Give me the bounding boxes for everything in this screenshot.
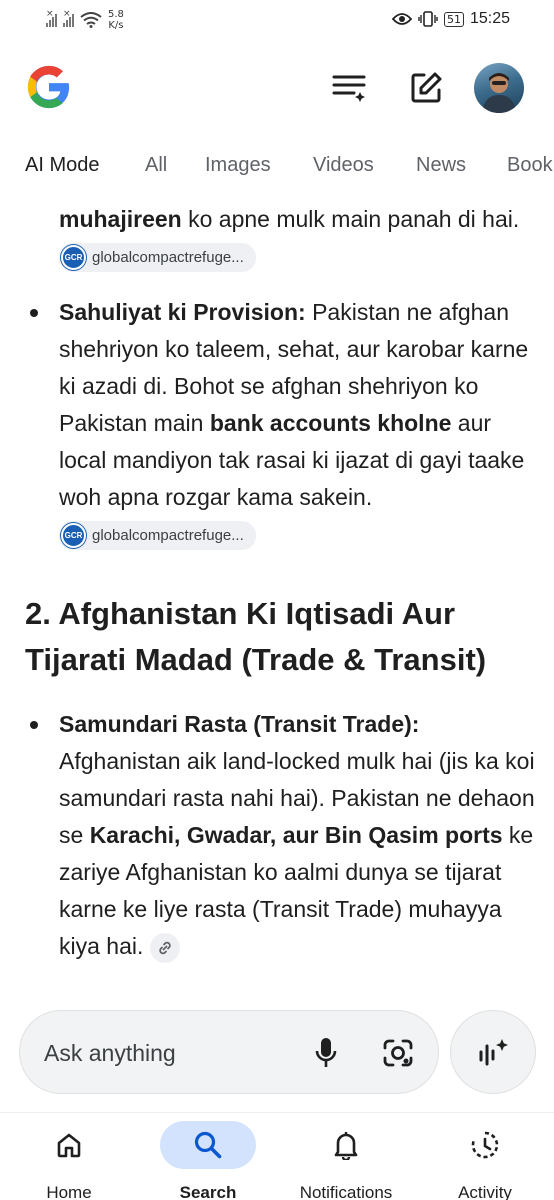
nav-activity[interactable]: Activity (425, 1119, 545, 1200)
sparkle-waveform-icon (479, 1039, 508, 1066)
status-left: × × 5.8 K/s (46, 9, 124, 31)
bottom-navigation: Home Search Notifications Activity (0, 1112, 554, 1200)
tab-ai-mode[interactable]: AI Mode (25, 154, 99, 177)
gcr-logo-icon: GCR (61, 245, 86, 271)
lens-button[interactable] (376, 1033, 420, 1073)
tab-images[interactable]: Images (205, 154, 271, 177)
tab-videos[interactable]: Videos (313, 154, 374, 177)
eye-icon (391, 13, 412, 25)
list-sparkle-icon (332, 75, 366, 102)
tab-news[interactable]: News (416, 154, 466, 177)
bullet-icon (30, 721, 38, 729)
nav-label: Notifications (299, 1183, 393, 1200)
wifi-icon (80, 12, 102, 28)
body-text: ko apne mulk main panah di hai. (181, 206, 520, 232)
response-paragraph: muhajireen ko apne mulk main panah di ha… (59, 201, 529, 275)
avatar-image (482, 73, 516, 113)
nav-pill (21, 1121, 117, 1169)
gcr-logo-icon: GCR (61, 523, 86, 549)
google-logo-icon[interactable] (26, 64, 72, 110)
search-tabs: AI Mode All Images Videos News Book (0, 146, 554, 186)
clock: 15:25 (469, 10, 510, 27)
bell-icon (334, 1132, 358, 1160)
edit-icon (411, 72, 442, 103)
ai-response: muhajireen ko apne mulk main panah di ha… (0, 190, 554, 1000)
tab-all[interactable]: All (145, 154, 167, 177)
nav-label: Search (179, 1183, 237, 1200)
ask-placeholder: Ask anything (44, 1040, 176, 1066)
link-button[interactable] (149, 932, 180, 963)
new-chat-button[interactable] (406, 68, 446, 108)
nav-label: Home (46, 1183, 92, 1200)
nav-notifications[interactable]: Notifications (286, 1119, 406, 1200)
signal-icon: × (46, 9, 57, 27)
signal-icon-2: × (63, 9, 74, 27)
avatar[interactable] (474, 63, 524, 113)
section-heading: 2. Afghanistan Ki Iqtisadi Aur Tijarati … (25, 596, 487, 677)
nav-pill (298, 1121, 394, 1169)
net-speed-unit: K/s (108, 20, 124, 31)
source-chip-label: globalcompactrefuge... (92, 527, 244, 545)
net-speed: 5.8 K/s (108, 9, 124, 31)
live-mode-button[interactable] (450, 1010, 536, 1094)
status-right: 51 15:25 (391, 10, 510, 28)
activity-icon (471, 1131, 499, 1159)
nav-pill (160, 1121, 256, 1169)
nav-home[interactable]: Home (9, 1119, 129, 1200)
bold-text: Samundari Rasta (Transit Trade): (59, 711, 420, 737)
source-chip[interactable]: GCR globalcompactrefuge... (59, 521, 256, 551)
nav-pill (437, 1121, 533, 1169)
list-item: Sahuliyat ki Provision: Pakistan ne afgh… (59, 294, 539, 553)
bold-text: Karachi, Gwadar, aur Bin Qasim ports (89, 822, 503, 848)
tab-books[interactable]: Book (507, 154, 553, 177)
source-chip-label: globalcompactrefuge... (92, 249, 244, 267)
ask-input[interactable]: Ask anything (19, 1010, 439, 1094)
bold-text: Sahuliyat ki Provision: (59, 299, 306, 325)
battery-indicator: 51 (443, 11, 464, 27)
mic-icon (315, 1038, 337, 1067)
bold-text: bank accounts kholne (209, 410, 452, 436)
voice-search-button[interactable] (306, 1033, 346, 1073)
nav-search[interactable]: Search (148, 1119, 268, 1200)
home-icon (57, 1133, 81, 1158)
bold-text: muhajireen (59, 206, 182, 232)
net-speed-value: 5.8 (108, 9, 124, 20)
vibrate-icon (418, 11, 438, 27)
labs-button[interactable] (330, 68, 370, 108)
list-item: Samundari Rasta (Transit Trade): Afghani… (59, 706, 544, 965)
link-icon (159, 941, 171, 955)
status-bar: × × 5.8 K/s 51 15:25 (0, 0, 554, 44)
nav-label: Activity (458, 1183, 512, 1200)
search-icon (194, 1131, 222, 1159)
source-chip[interactable]: GCR globalcompactrefuge... (59, 243, 256, 273)
bullet-icon (30, 309, 38, 317)
app-header (0, 58, 554, 118)
lens-icon (383, 1039, 413, 1067)
